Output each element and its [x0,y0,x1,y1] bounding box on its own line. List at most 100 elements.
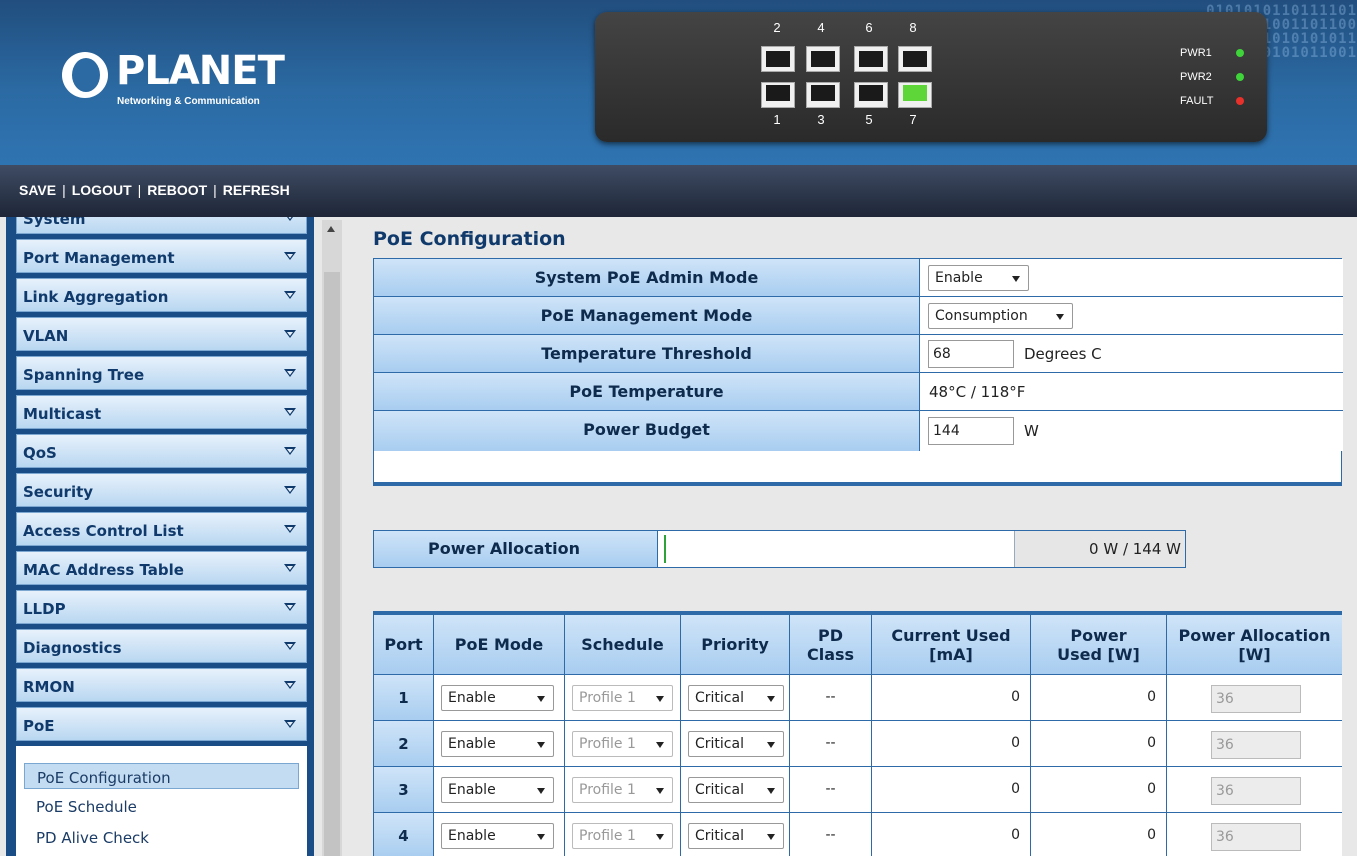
submenu-poe-schedule[interactable]: PoE Schedule [24,793,299,819]
priority-select[interactable]: Critical [688,777,784,803]
sidebar-item-poe[interactable]: PoE [16,707,307,741]
schedule-value: Profile 1 [579,690,636,706]
poe-temperature-value: 48°C / 118°F [929,383,1026,401]
col-header-pd-class: PD Class [790,615,872,675]
table-row: 4 Enable Profile 1 Critical -- 0 0 36 [374,813,1342,856]
col-header-current-used: Current Used [mA] [872,615,1031,675]
table-row: 3 Enable Profile 1 Critical -- 0 0 36 [374,767,1342,813]
power-budget-unit: W [1024,422,1039,440]
sidebar-item-security[interactable]: Security [16,473,307,507]
separator: | [213,182,217,198]
col-header-poe-mode: PoE Mode [434,615,565,675]
temp-threshold-input[interactable]: 68 [928,340,1014,368]
save-button[interactable]: SAVE [19,182,56,198]
sidebar-item-rmon[interactable]: RMON [16,668,307,702]
schedule-select[interactable]: Profile 1 [572,731,673,757]
poe-mode-select[interactable]: Enable [441,777,554,803]
poe-mode-select[interactable]: Enable [441,685,554,711]
current-used-value: 0 [872,675,1031,721]
logo-brand: PLANET [116,48,285,94]
poe-mode-select[interactable]: Enable [441,731,554,757]
sidebar-item-port-management[interactable]: Port Management [16,239,307,273]
poe-mode-value: Enable [448,828,496,844]
current-used-value: 0 [872,813,1031,856]
scroll-thumb[interactable] [324,272,340,856]
sidebar-item-system[interactable]: System [16,217,307,234]
power-allocation-input[interactable]: 36 [1211,685,1301,713]
chevron-down-icon [284,447,296,455]
port-4-icon[interactable] [806,46,840,72]
submenu-pd-alive-check[interactable]: PD Alive Check [24,824,299,850]
dropdown-arrow-icon [537,742,545,748]
power-allocation-input[interactable]: 36 [1211,823,1301,851]
power-allocation-cell: 36 [1167,721,1342,767]
port-number-label: 2 [773,20,781,35]
schedule-select[interactable]: Profile 1 [572,777,673,803]
reboot-button[interactable]: REBOOT [147,182,207,198]
schedule-select[interactable]: Profile 1 [572,823,673,849]
sidebar-item-vlan[interactable]: VLAN [16,317,307,351]
planet-logo: PLANET Networking & Communication [62,48,302,120]
logout-button[interactable]: LOGOUT [72,182,132,198]
sidebar-item-lldp[interactable]: LLDP [16,590,307,624]
table-row: 1 Enable Profile 1 Critical -- 0 0 36 [374,675,1342,721]
admin-mode-label: System PoE Admin Mode [374,259,920,297]
priority-select[interactable]: Critical [688,731,784,757]
refresh-button[interactable]: REFRESH [223,182,290,198]
chevron-down-icon [284,369,296,377]
schedule-cell: Profile 1 [565,721,681,767]
dropdown-arrow-icon [537,788,545,794]
priority-select[interactable]: Critical [688,685,784,711]
poe-mode-select[interactable]: Enable [441,823,554,849]
port-7-icon[interactable] [898,82,932,108]
power-budget-input[interactable]: 144 [928,417,1014,445]
admin-mode-select[interactable]: Enable [928,265,1029,291]
sidebar-item-link-aggregation[interactable]: Link Aggregation [16,278,307,312]
pd-class-value: -- [790,767,872,813]
power-budget-label: Power Budget [374,411,920,451]
sidebar-item-diagnostics[interactable]: Diagnostics [16,629,307,663]
dropdown-arrow-icon [537,834,545,840]
schedule-value: Profile 1 [579,828,636,844]
dropdown-arrow-icon [767,742,775,748]
submenu-poe-configuration[interactable]: PoE Configuration [24,763,299,789]
dropdown-arrow-icon [656,788,664,794]
priority-select[interactable]: Critical [688,823,784,849]
sidebar-item-label: Diagnostics [23,639,122,657]
command-toolbar: SAVE | LOGOUT | REBOOT | REFRESH [0,165,1357,217]
schedule-cell: Profile 1 [565,675,681,721]
port-8-icon[interactable] [898,46,932,72]
power-budget-cell: 144 W [920,411,1343,451]
schedule-select[interactable]: Profile 1 [572,685,673,711]
priority-value: Critical [695,736,744,752]
pd-class-value: -- [790,675,872,721]
poe-temperature-label: PoE Temperature [374,373,920,411]
scroll-up-icon[interactable] [327,226,335,232]
port-5-icon[interactable] [854,82,888,108]
pd-class-value: -- [790,813,872,856]
priority-value: Critical [695,782,744,798]
port-1-icon[interactable] [761,82,795,108]
port-poe-table: Port PoE Mode Schedule Priority PD Class… [373,611,1342,856]
content-scrollbar[interactable] [322,220,342,856]
sidebar-item-qos[interactable]: QoS [16,434,307,468]
port-6-icon[interactable] [854,46,888,72]
sidebar-item-spanning-tree[interactable]: Spanning Tree [16,356,307,390]
power-allocation-input[interactable]: 36 [1211,731,1301,759]
port-number-label: 5 [865,112,873,127]
page-title: PoE Configuration [373,228,566,250]
col-header-port: Port [374,615,434,675]
pwr2-led-icon [1236,73,1244,81]
port-number-label: 3 [817,112,825,127]
sidebar-item-multicast[interactable]: Multicast [16,395,307,429]
port-number: 4 [374,813,434,856]
mgmt-mode-select[interactable]: Consumption [928,303,1073,329]
port-3-icon[interactable] [806,82,840,108]
sidebar-item-label: RMON [23,678,75,696]
port-2-icon[interactable] [761,46,795,72]
dropdown-arrow-icon [1056,314,1064,320]
poe-mode-cell: Enable [434,813,565,856]
power-allocation-input[interactable]: 36 [1211,777,1301,805]
sidebar-item-acl[interactable]: Access Control List [16,512,307,546]
sidebar-item-mac-address-table[interactable]: MAC Address Table [16,551,307,585]
